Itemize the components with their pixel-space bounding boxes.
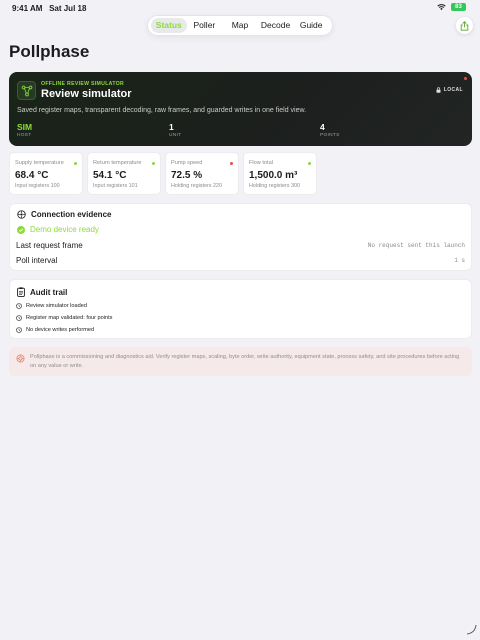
status-bar: 9:41 AM Sat Jul 18 83 (0, 0, 480, 16)
metric-value: 1,500.0 m³ (249, 170, 298, 181)
share-icon (460, 20, 469, 31)
battery-icon: 83 (451, 3, 466, 11)
metric-card-pump-speed[interactable]: Pump speed 72.5 % Holding registers 220 (165, 152, 239, 195)
poll-interval-label: Poll interval (16, 256, 58, 265)
connection-evidence-card: Connection evidence Demo device ready La… (9, 203, 472, 271)
tab-bar: Status Poller Map Decode Guide (148, 16, 332, 35)
audit-item: Register map validated: four points (16, 315, 112, 321)
tab-poller[interactable]: Poller (187, 18, 223, 33)
metric-card-supply-temperature[interactable]: Supply temperature 68.4 °C Input registe… (9, 152, 83, 195)
metric-register: Holding registers 300 (249, 183, 300, 189)
last-request-label: Last request frame (16, 241, 83, 250)
audit-trail-card: Audit trail Review simulator loaded Regi… (9, 279, 472, 339)
audit-item: No device writes performed (16, 327, 94, 333)
hero-title: Review simulator (41, 88, 132, 100)
metric-register: Holding registers 220 (171, 183, 222, 189)
metric-label: Pump speed (171, 160, 203, 166)
status-dot (230, 162, 233, 165)
page-title: Pollphase (9, 42, 90, 61)
hero-eyebrow: OFFLINE REVIEW SIMULATOR (41, 81, 125, 87)
safety-notice: Pollphase is a commissioning and diagnos… (9, 347, 472, 376)
stat-points: 4 POINTS (320, 122, 340, 138)
share-button[interactable] (456, 17, 473, 34)
connection-icon (17, 210, 26, 219)
metric-label: Return temperature (93, 160, 142, 166)
hero-description: Saved register maps, transparent decodin… (17, 107, 307, 114)
tab-decode[interactable]: Decode (258, 18, 294, 33)
status-dot (74, 162, 77, 165)
network-icon (17, 81, 36, 100)
audit-item: Review simulator loaded (16, 303, 87, 309)
wifi-icon (437, 4, 446, 11)
last-request-value: No request sent this launch (367, 242, 465, 249)
metric-register: Input registers 101 (93, 183, 138, 189)
local-badge: LOCAL (436, 87, 463, 93)
metric-card-return-temperature[interactable]: Return temperature 54.1 °C Input registe… (87, 152, 161, 195)
metric-label: Supply temperature (15, 160, 64, 166)
alert-dot (464, 77, 467, 80)
lifebuoy-icon (16, 354, 25, 363)
card-title: Audit trail (17, 287, 67, 297)
metric-value: 54.1 °C (93, 170, 127, 181)
notice-text: Pollphase is a commissioning and diagnos… (30, 354, 460, 369)
resize-handle-icon[interactable] (465, 623, 477, 635)
status-dot (152, 162, 155, 165)
card-title: Connection evidence (17, 210, 111, 219)
metric-value: 72.5 % (171, 170, 203, 181)
tab-status[interactable]: Status (151, 18, 187, 33)
stat-host: SIM HOST (17, 122, 33, 138)
status-dot (308, 162, 311, 165)
metric-card-flow-total[interactable]: Flow total 1,500.0 m³ Holding registers … (243, 152, 317, 195)
clock-icon (16, 303, 22, 309)
checkmark-circle-icon (17, 225, 25, 234)
clock-icon (16, 315, 22, 321)
tab-map[interactable]: Map (222, 18, 258, 33)
clock-icon (16, 327, 22, 333)
clipboard-icon (17, 287, 25, 297)
metric-value: 68.4 °C (15, 170, 49, 181)
metric-label: Flow total (249, 160, 273, 166)
poll-interval-value: 1 s (454, 257, 465, 264)
lock-icon (436, 87, 441, 93)
tab-guide[interactable]: Guide (293, 18, 329, 33)
device-status: Demo device ready (17, 225, 99, 234)
simulator-hero-card: OFFLINE REVIEW SIMULATOR Review simulato… (9, 72, 472, 146)
status-indicators: 83 (437, 3, 466, 11)
status-time: 9:41 AM Sat Jul 18 (12, 4, 87, 13)
metric-register: Input registers 100 (15, 183, 60, 189)
stat-unit: 1 UNIT (169, 122, 182, 138)
